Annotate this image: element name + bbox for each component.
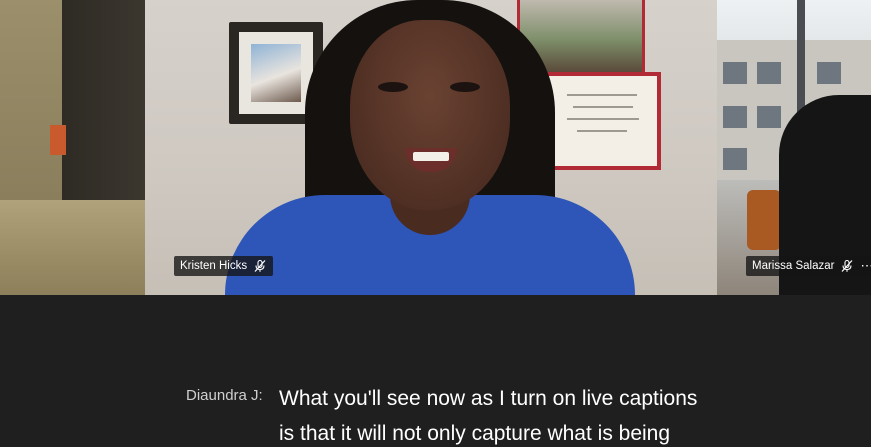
video-background-door	[62, 0, 145, 200]
person-mouth	[405, 148, 457, 172]
live-captions-panel: Diaundra J: What you'll see now as I tur…	[0, 295, 871, 447]
building-window	[723, 106, 747, 128]
more-options-icon[interactable]: ⋯	[860, 256, 871, 276]
participant-video-left[interactable]	[0, 0, 145, 295]
certificate-line	[567, 118, 639, 120]
building-window	[723, 148, 747, 170]
person-eye-left	[378, 82, 408, 92]
certificate-line	[567, 94, 637, 96]
person-face	[350, 20, 510, 210]
participant-name-tag: Kristen Hicks	[174, 256, 274, 276]
caption-speaker-name: Diaundra J:	[186, 387, 263, 404]
picture-frame-photo	[251, 44, 301, 102]
video-background-wall	[0, 0, 62, 200]
caption-text-line: What you'll see now as I turn on live ca…	[279, 387, 698, 410]
building-window	[757, 62, 781, 84]
video-background-sign	[50, 125, 66, 155]
participant-name: Marissa Salazar	[752, 260, 835, 272]
participant-name: Kristen Hicks	[180, 260, 248, 272]
building-window	[757, 106, 781, 128]
picture-frame-mat	[239, 32, 313, 114]
mic-off-icon	[842, 259, 853, 272]
person-teeth	[413, 152, 449, 161]
building-window	[817, 62, 841, 84]
video-background-certificate	[545, 72, 661, 170]
certificate-line	[577, 130, 627, 132]
video-background-chair	[747, 190, 781, 250]
participant-video-marissa-salazar[interactable]	[717, 0, 871, 295]
mic-off-icon	[254, 259, 266, 272]
video-gallery: Kristen Hicks Marissa Salazar ⋯	[0, 0, 871, 295]
certificate-line	[573, 106, 633, 108]
building-window	[723, 62, 747, 84]
participant-video-kristen-hicks[interactable]	[145, 0, 717, 295]
participant-name-tag: Marissa Salazar ⋯	[746, 256, 871, 276]
caption-text-line: is that it will not only capture what is…	[279, 422, 671, 445]
person-eye-right	[450, 82, 480, 92]
video-background-floor	[0, 200, 145, 295]
meeting-window: Kristen Hicks Marissa Salazar ⋯ Diaundra…	[0, 0, 871, 447]
participant-person	[225, 0, 635, 295]
